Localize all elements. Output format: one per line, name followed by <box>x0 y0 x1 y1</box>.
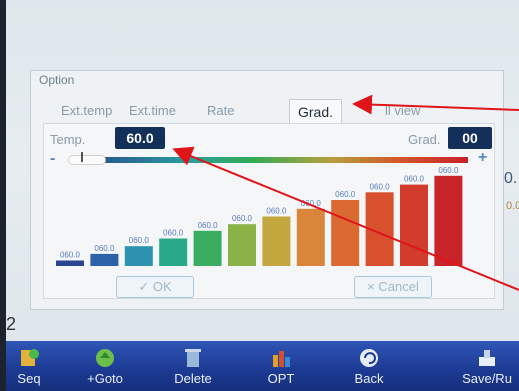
annotation-arrow-to-grad-tab <box>352 94 519 115</box>
annotation-arrows <box>172 94 519 291</box>
annotation-arrow-to-temp <box>172 146 519 291</box>
